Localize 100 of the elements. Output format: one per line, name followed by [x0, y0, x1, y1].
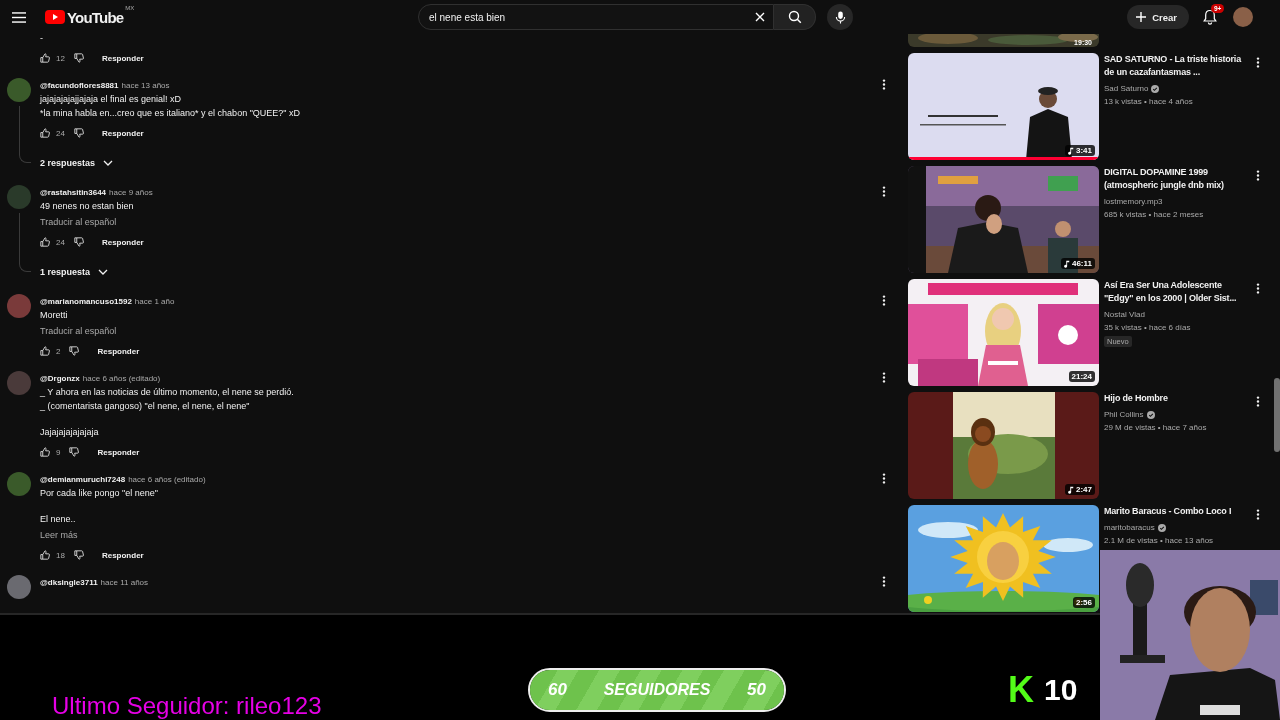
- scrollbar[interactable]: [1274, 378, 1280, 452]
- goal-current: 60: [548, 680, 567, 700]
- verified-icon: [1146, 410, 1155, 419]
- like-icon[interactable]: [40, 53, 50, 63]
- like-icon[interactable]: [40, 346, 50, 356]
- caret-icon: [103, 160, 114, 166]
- comment-time[interactable]: hace 6 años (editado): [128, 474, 206, 484]
- microphone-button[interactable]: [827, 4, 853, 30]
- like-icon[interactable]: [40, 447, 50, 457]
- replies-toggle[interactable]: 2 respuestas: [40, 153, 114, 173]
- dislike-icon[interactable]: [73, 128, 84, 138]
- like-count: 9: [56, 447, 61, 457]
- comment-text: _ Y ahora en las noticias de último momento, el nene se perdió. _ (comentarista gangoso) "el nene, el nene, el nene": [40, 386, 294, 413]
- comment-text: 49 nenes no estan bien: [40, 200, 134, 213]
- comment-author[interactable]: @rastahsitin3644: [40, 187, 107, 197]
- video-meta: 35 k vistas • hace 6 días: [1104, 322, 1191, 334]
- more-icon[interactable]: [882, 186, 886, 197]
- avatar[interactable]: [1233, 7, 1253, 27]
- video-duration: 2:47: [1065, 484, 1095, 495]
- comment-time[interactable]: hace 11 años: [100, 577, 149, 587]
- viewer-count: 10: [1044, 673, 1078, 707]
- channel-name[interactable]: maritobaracus: [1104, 521, 1155, 534]
- video-title[interactable]: Así Era Ser Una Adolescente "Edgy" en los 2000 | Older Sist...: [1104, 279, 1250, 305]
- read-more-link[interactable]: Leer más: [40, 528, 78, 542]
- video-meta: 29 M de vistas • hace 7 años: [1104, 422, 1207, 434]
- dislike-icon[interactable]: [69, 346, 80, 356]
- dislike-icon[interactable]: [73, 237, 84, 247]
- video-meta: 685 k vistas • hace 2 meses: [1104, 209, 1204, 221]
- more-icon[interactable]: [882, 79, 886, 90]
- comment-author[interactable]: @Drgonzx: [40, 373, 80, 383]
- goal-label: SEGUIDORES: [603, 681, 711, 699]
- verified-icon: [1157, 523, 1166, 532]
- comment-author[interactable]: @marianomancuso1592: [40, 296, 132, 306]
- comment-text: -: [40, 34, 43, 45]
- create-button[interactable]: Crear: [1127, 5, 1189, 29]
- comment-time[interactable]: hace 9 años: [109, 187, 153, 197]
- more-icon[interactable]: [882, 295, 886, 306]
- video-duration: 46:11: [1060, 258, 1095, 269]
- reply-button[interactable]: Responder: [101, 550, 144, 560]
- avatar[interactable]: [7, 78, 31, 102]
- like-icon[interactable]: [40, 237, 50, 247]
- goal-target: 50: [747, 680, 766, 700]
- dislike-icon[interactable]: [73, 53, 84, 63]
- menu-icon[interactable]: [12, 11, 26, 23]
- channel-name[interactable]: Phil Collins: [1104, 408, 1144, 421]
- comment-author[interactable]: @facundoflores8881: [40, 80, 119, 90]
- video-title[interactable]: Marito Baracus - Combo Loco I: [1104, 505, 1232, 518]
- like-count: 2: [56, 346, 61, 356]
- plus-icon: [1136, 12, 1147, 22]
- last-follower-text: Ultimo Seguidor: rileo123: [51, 692, 323, 720]
- channel-name[interactable]: Sad Saturno: [1104, 82, 1149, 95]
- reply-button[interactable]: Responder: [101, 53, 144, 63]
- more-icon[interactable]: [1256, 509, 1260, 520]
- comment-time[interactable]: hace 1 año: [134, 296, 175, 306]
- dislike-icon[interactable]: [69, 447, 80, 457]
- channel-name[interactable]: Nostal Vlad: [1104, 308, 1145, 321]
- clear-icon[interactable]: [755, 12, 765, 22]
- like-icon[interactable]: [40, 550, 50, 560]
- more-icon[interactable]: [1256, 170, 1260, 181]
- like-count: 24: [56, 237, 65, 247]
- comment-text: Jajajajajajajaja: [40, 426, 99, 439]
- verified-icon: [1151, 84, 1160, 93]
- comment-text: Moretti: [40, 309, 68, 322]
- video-meta: 2.1 M de vistas • hace 13 años: [1104, 535, 1214, 547]
- translate-link[interactable]: Traducir al español: [40, 324, 117, 338]
- reply-button[interactable]: Responder: [101, 128, 144, 138]
- like-icon[interactable]: [40, 128, 50, 138]
- like-count: 18: [56, 550, 65, 560]
- avatar[interactable]: [7, 472, 31, 496]
- translate-link[interactable]: Traducir al español: [40, 215, 117, 229]
- comment-time[interactable]: hace 13 años: [121, 80, 170, 90]
- avatar[interactable]: [7, 575, 31, 599]
- search-button[interactable]: [774, 4, 816, 30]
- comment-time[interactable]: hace 6 años (editado): [82, 373, 161, 383]
- more-icon[interactable]: [1256, 396, 1260, 407]
- youtube-logo[interactable]: YouTube $^{MX}$: [45, 8, 135, 26]
- comment-author[interactable]: @demianmuruchi7248: [40, 474, 126, 484]
- video-title[interactable]: DIGITAL DOPAMINE 1999 (atmospheric jungle dnb mix): [1104, 166, 1250, 192]
- dislike-icon[interactable]: [73, 550, 84, 560]
- notifications-icon[interactable]: [1203, 9, 1217, 25]
- music-icon: [1063, 259, 1070, 268]
- video-duration: 2:56: [1073, 597, 1095, 608]
- more-icon[interactable]: [1256, 57, 1260, 68]
- more-icon[interactable]: [882, 372, 886, 383]
- replies-toggle[interactable]: 1 respuesta: [40, 262, 109, 282]
- reply-button[interactable]: Responder: [97, 346, 140, 356]
- reply-button[interactable]: Responder: [97, 447, 140, 457]
- video-title[interactable]: SAD SATURNO - La triste historia de un cazafantasmas ...: [1104, 53, 1250, 79]
- video-title[interactable]: Hijo de Hombre: [1104, 392, 1168, 405]
- more-icon[interactable]: [1256, 283, 1260, 294]
- comment-text: El nene..: [40, 513, 76, 526]
- more-icon[interactable]: [882, 576, 886, 587]
- reply-button[interactable]: Responder: [101, 237, 144, 247]
- video-duration: 21:24: [1068, 371, 1095, 382]
- video-meta: 13 k vistas • hace 4 años: [1104, 96, 1193, 108]
- channel-name[interactable]: lostmemory.mp3: [1104, 195, 1163, 208]
- search-field[interactable]: el nene esta bien: [418, 4, 774, 30]
- comment-author[interactable]: @dksingle3711: [40, 577, 98, 587]
- more-icon[interactable]: [882, 473, 886, 484]
- video-duration: 3:41: [1065, 145, 1095, 156]
